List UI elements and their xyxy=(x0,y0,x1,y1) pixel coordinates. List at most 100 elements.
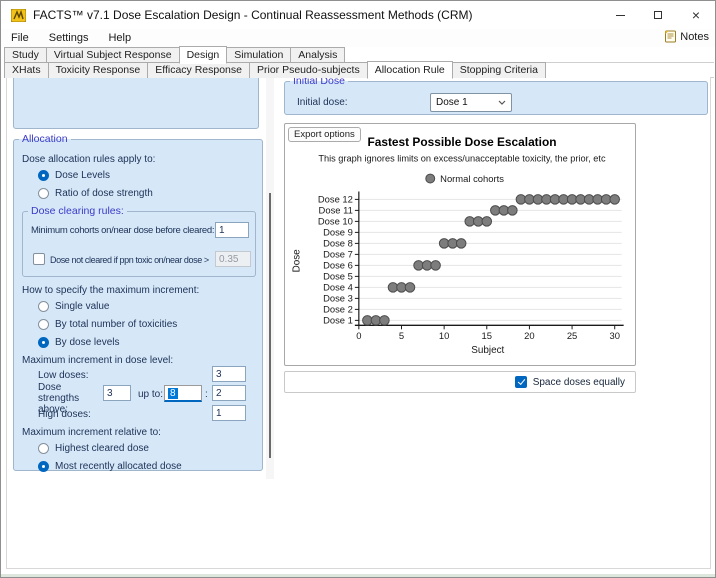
strengths-above-input[interactable]: 3 xyxy=(103,385,131,401)
radio-highest-cleared-dose[interactable]: Highest cleared dose xyxy=(38,439,182,457)
left-panel-scrollbar[interactable] xyxy=(266,75,274,479)
low-doses-label: Low doses: xyxy=(38,370,89,381)
radio-most-recently-allocated-dose[interactable]: Most recently allocated dose xyxy=(38,457,182,475)
minimize-button[interactable] xyxy=(601,1,639,29)
window-title: FACTS™ v7.1 Dose Escalation Design - Con… xyxy=(33,8,473,22)
radio-label: Highest cleared dose xyxy=(55,443,149,454)
chart-canvas: Dose 1Dose 2Dose 3Dose 4Dose 5Dose 6Dose… xyxy=(285,124,635,365)
tab-allocation-rule[interactable]: Allocation Rule xyxy=(367,61,453,79)
chart-title: Fastest Possible Dose Escalation xyxy=(367,135,556,149)
not-cleared-checkbox[interactable] xyxy=(33,253,45,265)
radio-dose-levels[interactable]: Dose Levels xyxy=(38,166,153,184)
initial-dose-value: Dose 1 xyxy=(436,97,468,108)
radio-label: Most recently allocated dose xyxy=(55,461,182,472)
notes-label: Notes xyxy=(680,31,709,43)
scrollbar-thumb[interactable] xyxy=(269,193,271,458)
tab-simulation[interactable]: Simulation xyxy=(226,47,291,63)
tab-efficacy-response[interactable]: Efficacy Response xyxy=(147,62,250,78)
initial-dose-label: Initial dose: xyxy=(297,97,348,108)
tab-study[interactable]: Study xyxy=(4,47,47,63)
chart-point xyxy=(508,206,518,216)
title-bar[interactable]: FACTS™ v7.1 Dose Escalation Design - Con… xyxy=(1,1,715,29)
x-tick-label: 15 xyxy=(482,330,492,341)
y-tick-label: Dose 8 xyxy=(323,238,353,249)
radio-label: Single value xyxy=(55,301,109,312)
tab-toxicity-response[interactable]: Toxicity Response xyxy=(48,62,149,78)
low-doses-value: 3 xyxy=(216,369,222,380)
dose-escalation-chart: Export options Dose 1Dose 2Dose 3Dose 4D… xyxy=(284,123,636,366)
how-to-specify-label: How to specify the maximum increment: xyxy=(22,285,199,296)
radio-button-icon[interactable] xyxy=(38,188,49,199)
allocation-group: Allocation Dose allocation rules apply t… xyxy=(13,133,263,471)
radio-single-value[interactable]: Single value xyxy=(38,297,177,315)
radio-label: Dose Levels xyxy=(55,170,110,181)
minimize-icon xyxy=(616,15,625,16)
tab-analysis[interactable]: Analysis xyxy=(290,47,345,63)
radio-button-icon[interactable] xyxy=(38,301,49,312)
tab-stopping-criteria[interactable]: Stopping Criteria xyxy=(452,62,546,78)
min-cohorts-input[interactable]: 1 xyxy=(215,222,249,238)
radio-button-icon[interactable] xyxy=(38,337,49,348)
notes-button[interactable]: Notes xyxy=(664,30,709,43)
x-tick-label: 5 xyxy=(399,330,404,341)
tab-prior-pseudo-subjects[interactable]: Prior Pseudo-subjects xyxy=(249,62,368,78)
allocation-group-label: Allocation xyxy=(19,133,71,145)
y-tick-label: Dose 6 xyxy=(323,260,353,271)
menu-settings[interactable]: Settings xyxy=(39,30,99,46)
radio-by-total-number-of-toxicities[interactable]: By total number of toxicities xyxy=(38,315,177,333)
x-tick-label: 0 xyxy=(356,330,361,341)
menu-file[interactable]: File xyxy=(1,30,39,46)
menu-help[interactable]: Help xyxy=(98,30,141,46)
high-doses-input[interactable]: 1 xyxy=(212,405,246,421)
app-logo-icon xyxy=(11,9,26,22)
chart-point xyxy=(380,316,390,326)
space-doses-checkbox[interactable] xyxy=(515,376,527,388)
radio-ratio-of-dose-strength[interactable]: Ratio of dose strength xyxy=(38,184,153,202)
radio-button-icon[interactable] xyxy=(38,170,49,181)
not-cleared-input: 0.35 xyxy=(215,251,251,267)
tab-virtual-subject-response[interactable]: Virtual Subject Response xyxy=(46,47,180,63)
y-tick-label: Dose 11 xyxy=(319,205,353,216)
dose-clearing-group: Dose clearing rules: Minimum cohorts on/… xyxy=(22,205,256,277)
y-axis-label: Dose xyxy=(291,249,302,273)
scrolled-group-box xyxy=(13,75,259,129)
maximize-icon xyxy=(654,11,662,19)
relative-to-label: Maximum increment relative to: xyxy=(22,427,161,438)
radio-button-icon[interactable] xyxy=(38,461,49,472)
tab-design[interactable]: Design xyxy=(179,46,228,64)
relative-to-radio-group: Highest cleared dose Most recently alloca… xyxy=(38,439,182,475)
y-tick-label: Dose 10 xyxy=(318,216,353,227)
chart-point xyxy=(456,239,466,249)
initial-dose-select[interactable]: Dose 1 xyxy=(430,93,512,112)
initial-dose-group: Initial Dose Initial dose: Dose 1 xyxy=(284,75,708,115)
chart-point xyxy=(610,195,620,205)
radio-label: By dose levels xyxy=(55,337,119,348)
y-tick-label: Dose 7 xyxy=(323,249,353,260)
max-increment-radio-group: Single value By total number of toxicitie… xyxy=(38,297,177,351)
apply-to-radio-group: Dose Levels Ratio of dose strength xyxy=(38,166,153,202)
radio-by-dose-levels[interactable]: By dose levels xyxy=(38,333,177,351)
space-doses-label: Space doses equally xyxy=(533,377,625,388)
dose-clearing-group-label: Dose clearing rules: xyxy=(28,205,127,217)
x-axis-label: Subject xyxy=(471,345,504,356)
x-tick-label: 30 xyxy=(609,330,619,341)
radio-label: Ratio of dose strength xyxy=(55,188,153,199)
between-increment-input[interactable]: 2 xyxy=(212,385,246,401)
radio-button-icon[interactable] xyxy=(38,443,49,454)
close-button[interactable]: × xyxy=(677,1,715,29)
radio-button-icon[interactable] xyxy=(38,319,49,330)
low-doses-input[interactable]: 3 xyxy=(212,366,246,382)
up-to-input[interactable]: 8 xyxy=(164,385,202,402)
up-to-label: up to: xyxy=(138,389,163,400)
high-doses-label: High doses: xyxy=(38,409,91,420)
menu-bar: FileSettingsHelp Notes xyxy=(1,29,715,47)
y-tick-label: Dose 9 xyxy=(323,227,353,238)
y-tick-label: Dose 4 xyxy=(323,282,353,293)
maximize-button[interactable] xyxy=(639,1,677,29)
app-window: FACTS™ v7.1 Dose Escalation Design - Con… xyxy=(0,0,716,578)
export-options-button[interactable]: Export options xyxy=(288,127,361,142)
y-tick-label: Dose 3 xyxy=(323,293,353,304)
chart-subtitle: This graph ignores limits on excess/unac… xyxy=(318,154,606,164)
tab-xhats[interactable]: XHats xyxy=(4,62,49,78)
y-tick-label: Dose 1 xyxy=(323,315,353,326)
